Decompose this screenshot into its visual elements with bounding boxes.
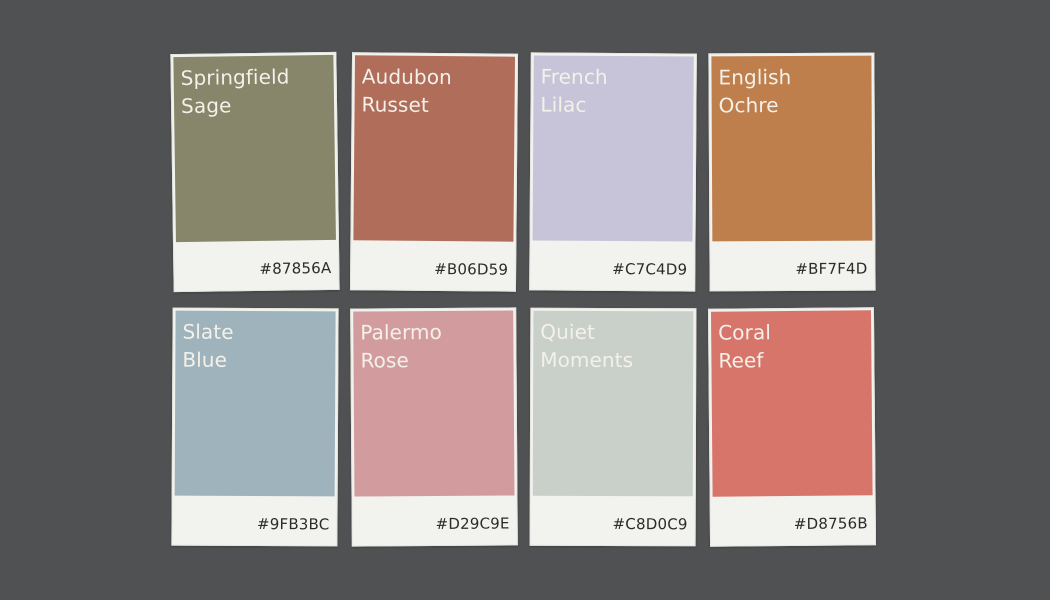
color-name-line1: Coral [718,320,772,345]
hex-code: #D29C9E [435,514,510,533]
color-name: Springfield Sage [180,62,321,120]
color-name: Coral Reef [718,317,858,374]
color-name-line1: Palermo [360,319,442,345]
color-name: Audubon Russet [361,62,501,119]
swatch-card-slate-blue[interactable]: Slate Blue #9FB3BC [171,307,339,547]
color-name-line1: Slate [182,319,234,344]
color-name-line1: Quiet [540,319,595,344]
color-name-line2: Ochre [718,93,779,118]
hex-code: #87856A [259,258,332,278]
color-name-line1: English [718,65,792,90]
color-name-line2: Blue [182,347,228,372]
hex-code: #C7C4D9 [612,259,688,279]
hex-code: #D8756B [793,514,868,533]
color-name-line1: French [540,64,608,89]
color-name: Palermo Rose [360,318,500,375]
color-name-line1: Springfield [180,64,290,91]
color-name-line2: Lilac [540,92,587,117]
color-name-line2: Russet [361,92,429,117]
swatch-card-audubon-russet[interactable]: Audubon Russet #B06D59 [349,52,519,292]
swatch-card-quiet-moments[interactable]: Quiet Moments #C8D0C9 [529,307,697,547]
hex-code: #C8D0C9 [612,514,688,534]
palette-board: Springfield Sage #87856A Audubon Russet … [0,0,1050,600]
color-name: Slate Blue [182,318,322,375]
hex-code: #B06D59 [434,260,509,279]
swatch-card-french-lilac[interactable]: French Lilac #C7C4D9 [529,52,697,292]
color-name: Quiet Moments [540,318,680,374]
color-name: English Ochre [718,63,858,120]
color-name-line1: Audubon [361,64,452,90]
color-name-line2: Rose [360,348,409,373]
swatch-card-coral-reef[interactable]: Coral Reef #D8756B [707,307,877,547]
color-name-line2: Moments [540,347,634,373]
color-name-line2: Reef [718,348,764,373]
swatch-grid: Springfield Sage #87856A Audubon Russet … [170,51,877,547]
hex-code: #9FB3BC [256,515,330,534]
color-name: French Lilac [540,62,680,119]
color-name-line2: Sage [180,93,232,119]
swatch-card-springfield-sage[interactable]: Springfield Sage #87856A [170,51,340,293]
swatch-card-english-ochre[interactable]: English Ochre #BF7F4D [708,52,876,292]
swatch-card-palermo-rose[interactable]: Palermo Rose #D29C9E [350,307,518,547]
hex-code: #BF7F4D [795,259,868,278]
